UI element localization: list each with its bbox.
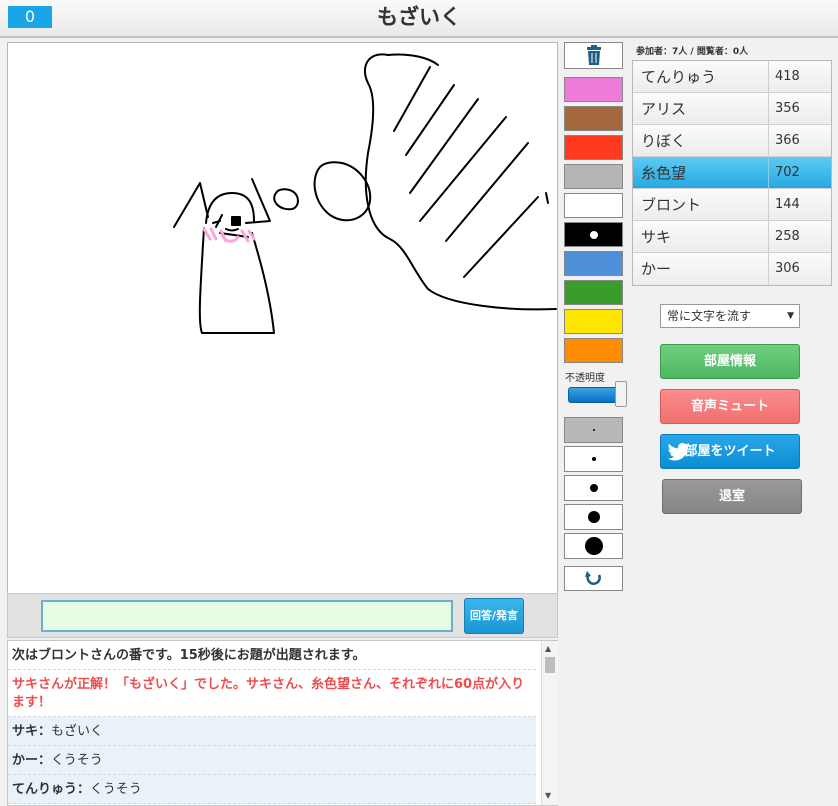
chat-message: サキ：もざいく [8,717,536,746]
scroll-up-arrow-icon[interactable]: ▲ [545,644,551,653]
canvas-drawing [173,53,557,334]
player-row: サキ 258 [633,221,831,253]
color-swatch[interactable] [564,77,623,102]
mute-button[interactable]: 音声ミュート [660,389,800,424]
player-score: 258 [775,229,800,244]
color-swatch[interactable] [564,164,623,189]
clear-canvas-button[interactable] [564,42,623,69]
trash-icon [587,45,601,65]
player-name: りぼく [633,125,769,156]
brush-dot-icon [584,537,603,555]
chat-message-correct: サキさんが正解！「もざいく」でした。サキさん、糸色望さん、それぞれに60点が入り… [8,670,536,717]
player-row: ブロント 144 [633,189,831,221]
brush-size-4[interactable] [564,504,623,530]
player-row: りぼく 366 [633,125,831,157]
chat-message: かー：くうそう [8,746,536,775]
leave-room-button[interactable]: 退室 [662,479,802,514]
brush-size-3[interactable] [564,475,623,501]
chat-speaker: かー [12,753,39,768]
color-swatch[interactable] [564,309,623,334]
chat-speaker: サキ [12,724,39,739]
player-score: 418 [775,69,800,84]
brush-dot-icon [592,429,595,431]
brush-dot-icon [591,457,596,461]
undo-button[interactable] [564,566,623,591]
opacity-label: 不透明度 [565,373,605,384]
player-score: 306 [775,261,800,276]
chat-separator: ： [38,753,52,768]
color-swatch[interactable] [564,222,623,247]
chat-message: てんりゅう：くうそう [8,775,536,804]
chat-separator: ： [38,724,52,739]
player-list: てんりゅう 418 アリス 356 りぼく 366 糸色望 702 ブロント 144 サキ 258 かー… [632,60,832,286]
chat-separator: ： [77,782,91,797]
answer-submit-button[interactable]: 回答/発言 [464,598,524,634]
answer-input[interactable] [41,600,453,632]
player-name: ブロント [633,189,769,220]
page-title: もざいく [377,5,461,29]
player-name: アリス [633,93,769,124]
chat-mode-select[interactable]: 常に文字を流す ▼ [660,304,800,328]
color-swatch[interactable] [564,193,623,218]
brush-size-1[interactable] [564,417,623,443]
player-name: サキ [633,221,769,252]
twitter-bird-icon [668,443,690,461]
player-name: 糸色望 [633,157,769,188]
brush-dot-icon [587,511,600,523]
brush-size-5[interactable] [564,533,623,559]
chat-text: くうそう [51,753,103,768]
color-swatch[interactable] [564,135,623,160]
chat-scrollbar[interactable]: ▲ ▼ [541,641,558,805]
room-info-button[interactable]: 部屋情報 [660,344,800,379]
selected-indicator-icon [590,231,598,239]
undo-icon [585,571,601,585]
chat-log[interactable]: 次はブロントさんの番です。15秒後にお題が出題されます。 サキさんが正解！「もざ… [7,640,558,806]
opacity-track[interactable] [568,387,622,403]
tweet-room-label: 部屋をツイート [684,444,776,459]
player-row: てんりゅう 418 [633,61,831,93]
chat-text: くうそう [90,782,142,797]
player-score: 356 [775,101,800,116]
participants-count: 参加者：7人 / 閲覧者：0人 [636,47,749,57]
color-swatch[interactable] [564,338,623,363]
color-swatch[interactable] [564,280,623,305]
scroll-down-arrow-icon[interactable]: ▼ [545,791,551,800]
tweet-room-button[interactable]: 部屋をツイート [660,434,800,469]
player-row: かー 306 [633,253,831,285]
player-score: 702 [775,165,800,180]
scroll-thumb[interactable] [545,657,555,673]
chat-speaker: てんりゅう [12,782,78,797]
player-score: 144 [775,197,800,212]
color-swatch[interactable] [564,106,623,131]
player-name: てんりゅう [633,61,769,92]
brush-dot-icon [589,484,598,492]
brush-size-2[interactable] [564,446,623,472]
player-score: 366 [775,133,800,148]
player-name: かー [633,253,769,285]
opacity-knob[interactable] [615,381,627,407]
opacity-slider[interactable] [568,381,627,407]
chat-text: もざいく [51,724,104,739]
player-row: 糸色望 702 [633,157,831,189]
dropdown-arrow-icon: ▼ [787,311,794,321]
color-swatch[interactable] [564,251,623,276]
drawing-canvas[interactable] [7,42,558,594]
chat-message-system: 次はブロントさんの番です。15秒後にお題が出題されます。 [8,641,536,670]
chat-mode-value: 常に文字を流す [667,309,752,323]
player-row: アリス 356 [633,93,831,125]
